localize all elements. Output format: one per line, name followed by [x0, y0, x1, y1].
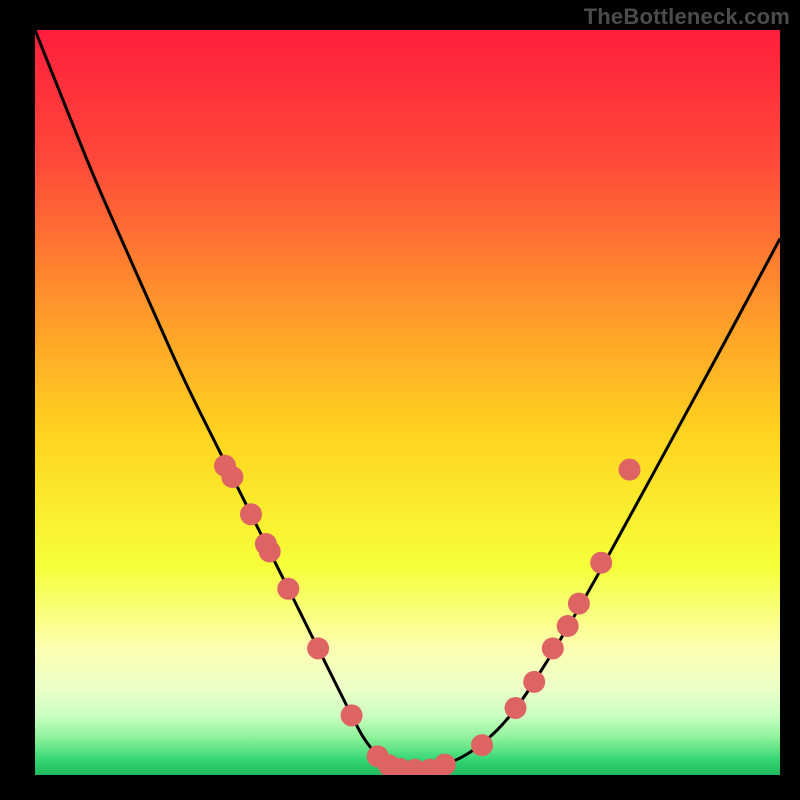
chart-stage: TheBottleneck.com — [0, 0, 800, 800]
chart-marker — [341, 704, 363, 726]
chart-marker — [523, 671, 545, 693]
chart-marker — [277, 578, 299, 600]
chart-marker — [240, 503, 262, 525]
chart-marker — [590, 552, 612, 574]
chart-marker — [221, 466, 243, 488]
chart-marker — [434, 754, 456, 775]
chart-marker — [471, 734, 493, 756]
chart-background-gradient — [35, 30, 780, 775]
chart-marker — [259, 541, 281, 563]
chart-marker — [557, 615, 579, 637]
chart-plot-area — [35, 30, 780, 775]
chart-marker — [307, 637, 329, 659]
watermark-text: TheBottleneck.com — [584, 4, 790, 30]
chart-marker — [619, 459, 641, 481]
chart-marker — [568, 593, 590, 615]
chart-marker — [505, 697, 527, 719]
chart-marker — [542, 637, 564, 659]
chart-svg — [35, 30, 780, 775]
